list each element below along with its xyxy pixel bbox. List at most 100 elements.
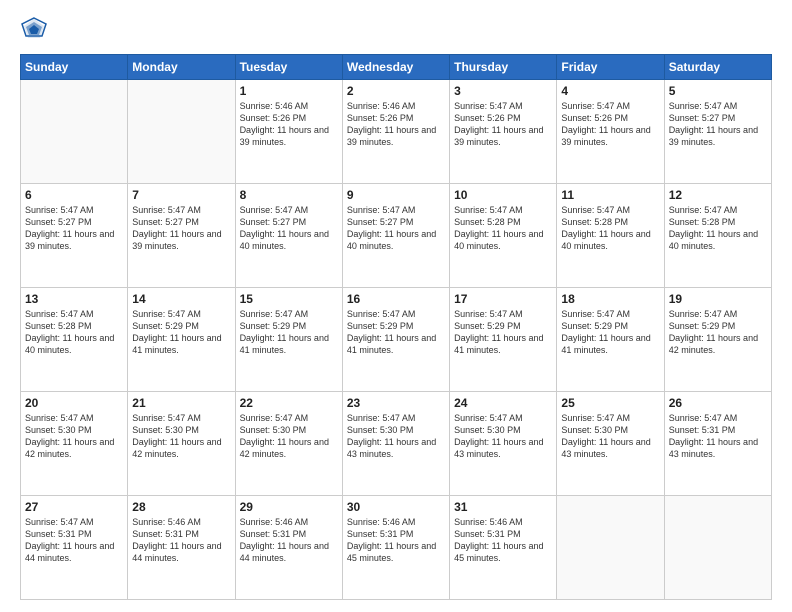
logo-icon [20, 16, 48, 44]
calendar-cell: 22Sunrise: 5:47 AM Sunset: 5:30 PM Dayli… [235, 392, 342, 496]
day-number: 9 [347, 188, 445, 202]
day-info: Sunrise: 5:47 AM Sunset: 5:29 PM Dayligh… [347, 308, 445, 357]
day-info: Sunrise: 5:47 AM Sunset: 5:29 PM Dayligh… [240, 308, 338, 357]
day-info: Sunrise: 5:47 AM Sunset: 5:28 PM Dayligh… [669, 204, 767, 253]
day-info: Sunrise: 5:47 AM Sunset: 5:28 PM Dayligh… [25, 308, 123, 357]
day-number: 28 [132, 500, 230, 514]
calendar-cell [557, 496, 664, 600]
day-number: 18 [561, 292, 659, 306]
calendar-cell: 29 Sunrise: 5:46 AM Sunset: 5:31 PM Dayli… [235, 496, 342, 600]
day-number: 17 [454, 292, 552, 306]
day-info: Sunrise: 5:47 AM Sunset: 5:30 PM Dayligh… [561, 412, 659, 461]
day-info: Sunrise: 5:46 AM Sunset: 5:31 PM Dayligh… [347, 516, 445, 565]
day-number: 12 [669, 188, 767, 202]
day-number: 1 [240, 84, 338, 98]
calendar-cell: 11Sunrise: 5:47 AM Sunset: 5:28 PM Dayli… [557, 184, 664, 288]
calendar-cell: 21 Sunrise: 5:47 AM Sunset: 5:30 PM Dayli… [128, 392, 235, 496]
day-number: 14 [132, 292, 230, 306]
calendar-cell: 9 Sunrise: 5:47 AM Sunset: 5:27 PM Daylig… [342, 184, 449, 288]
day-number: 4 [561, 84, 659, 98]
day-info: Sunrise: 5:46 AM Sunset: 5:31 PM Dayligh… [240, 516, 338, 565]
day-number: 24 [454, 396, 552, 410]
calendar-day-header: Wednesday [342, 55, 449, 80]
calendar-cell: 3Sunrise: 5:47 AM Sunset: 5:26 PM Daylig… [450, 80, 557, 184]
calendar-day-header: Thursday [450, 55, 557, 80]
calendar-cell: 4Sunrise: 5:47 AM Sunset: 5:26 PM Daylig… [557, 80, 664, 184]
calendar-cell: 12 Sunrise: 5:47 AM Sunset: 5:28 PM Dayli… [664, 184, 771, 288]
calendar-header-row: SundayMondayTuesdayWednesdayThursdayFrid… [21, 55, 772, 80]
calendar-week-row: 13 Sunrise: 5:47 AM Sunset: 5:28 PM Dayli… [21, 288, 772, 392]
day-number: 2 [347, 84, 445, 98]
day-info: Sunrise: 5:47 AM Sunset: 5:30 PM Dayligh… [132, 412, 230, 461]
calendar-cell: 1Sunrise: 5:46 AM Sunset: 5:26 PM Daylig… [235, 80, 342, 184]
day-number: 7 [132, 188, 230, 202]
calendar-cell: 26 Sunrise: 5:47 AM Sunset: 5:31 PM Dayli… [664, 392, 771, 496]
calendar-day-header: Sunday [21, 55, 128, 80]
day-info: Sunrise: 5:46 AM Sunset: 5:31 PM Dayligh… [132, 516, 230, 565]
calendar-cell: 5Sunrise: 5:47 AM Sunset: 5:27 PM Daylig… [664, 80, 771, 184]
calendar-cell: 10 Sunrise: 5:47 AM Sunset: 5:28 PM Dayli… [450, 184, 557, 288]
day-number: 27 [25, 500, 123, 514]
day-number: 19 [669, 292, 767, 306]
day-number: 3 [454, 84, 552, 98]
calendar-cell: 16 Sunrise: 5:47 AM Sunset: 5:29 PM Dayli… [342, 288, 449, 392]
calendar-cell: 31 Sunrise: 5:46 AM Sunset: 5:31 PM Dayli… [450, 496, 557, 600]
day-number: 29 [240, 500, 338, 514]
calendar-cell [664, 496, 771, 600]
day-number: 6 [25, 188, 123, 202]
day-info: Sunrise: 5:47 AM Sunset: 5:27 PM Dayligh… [25, 204, 123, 253]
calendar-cell: 7 Sunrise: 5:47 AM Sunset: 5:27 PM Daylig… [128, 184, 235, 288]
day-number: 21 [132, 396, 230, 410]
day-info: Sunrise: 5:47 AM Sunset: 5:27 PM Dayligh… [669, 100, 767, 149]
day-info: Sunrise: 5:47 AM Sunset: 5:30 PM Dayligh… [240, 412, 338, 461]
calendar-cell: 25 Sunrise: 5:47 AM Sunset: 5:30 PM Dayli… [557, 392, 664, 496]
calendar-cell: 24 Sunrise: 5:47 AM Sunset: 5:30 PM Dayli… [450, 392, 557, 496]
calendar-cell: 23 Sunrise: 5:47 AM Sunset: 5:30 PM Dayli… [342, 392, 449, 496]
day-info: Sunrise: 5:47 AM Sunset: 5:30 PM Dayligh… [347, 412, 445, 461]
day-info: Sunrise: 5:47 AM Sunset: 5:28 PM Dayligh… [454, 204, 552, 253]
day-number: 13 [25, 292, 123, 306]
page: SundayMondayTuesdayWednesdayThursdayFrid… [0, 0, 792, 612]
calendar-week-row: 6 Sunrise: 5:47 AM Sunset: 5:27 PM Daylig… [21, 184, 772, 288]
logo [20, 16, 52, 44]
day-number: 30 [347, 500, 445, 514]
day-info: Sunrise: 5:46 AM Sunset: 5:31 PM Dayligh… [454, 516, 552, 565]
day-number: 23 [347, 396, 445, 410]
day-info: Sunrise: 5:47 AM Sunset: 5:29 PM Dayligh… [669, 308, 767, 357]
day-number: 16 [347, 292, 445, 306]
calendar-cell: 6 Sunrise: 5:47 AM Sunset: 5:27 PM Daylig… [21, 184, 128, 288]
calendar-cell: 15 Sunrise: 5:47 AM Sunset: 5:29 PM Dayli… [235, 288, 342, 392]
calendar-week-row: 20 Sunrise: 5:47 AM Sunset: 5:30 PM Dayli… [21, 392, 772, 496]
calendar-week-row: 27 Sunrise: 5:47 AM Sunset: 5:31 PM Dayli… [21, 496, 772, 600]
calendar-day-header: Monday [128, 55, 235, 80]
day-number: 25 [561, 396, 659, 410]
calendar-cell: 27 Sunrise: 5:47 AM Sunset: 5:31 PM Dayli… [21, 496, 128, 600]
day-number: 8 [240, 188, 338, 202]
day-info: Sunrise: 5:47 AM Sunset: 5:29 PM Dayligh… [454, 308, 552, 357]
day-info: Sunrise: 5:47 AM Sunset: 5:29 PM Dayligh… [561, 308, 659, 357]
calendar-week-row: 1 Sunrise: 5:46 AM Sunset: 5:26 PM Daylig… [21, 80, 772, 184]
day-info: Sunrise: 5:46 AM Sunset: 5:26 PM Dayligh… [347, 100, 445, 149]
day-info: Sunrise: 5:47 AM Sunset: 5:27 PM Dayligh… [347, 204, 445, 253]
header [20, 16, 772, 44]
day-info: Sunrise: 5:47 AM Sunset: 5:31 PM Dayligh… [669, 412, 767, 461]
day-info: Sunrise: 5:47 AM Sunset: 5:27 PM Dayligh… [132, 204, 230, 253]
calendar-cell [128, 80, 235, 184]
day-info: Sunrise: 5:47 AM Sunset: 5:30 PM Dayligh… [454, 412, 552, 461]
calendar-cell [21, 80, 128, 184]
day-number: 31 [454, 500, 552, 514]
day-number: 15 [240, 292, 338, 306]
calendar-table: SundayMondayTuesdayWednesdayThursdayFrid… [20, 54, 772, 600]
day-number: 26 [669, 396, 767, 410]
calendar-cell: 8 Sunrise: 5:47 AM Sunset: 5:27 PM Daylig… [235, 184, 342, 288]
day-info: Sunrise: 5:47 AM Sunset: 5:31 PM Dayligh… [25, 516, 123, 565]
day-info: Sunrise: 5:47 AM Sunset: 5:28 PM Dayligh… [561, 204, 659, 253]
day-info: Sunrise: 5:47 AM Sunset: 5:27 PM Dayligh… [240, 204, 338, 253]
calendar-cell: 19 Sunrise: 5:47 AM Sunset: 5:29 PM Dayli… [664, 288, 771, 392]
calendar-cell: 20Sunrise: 5:47 AM Sunset: 5:30 PM Dayli… [21, 392, 128, 496]
calendar-day-header: Saturday [664, 55, 771, 80]
day-number: 10 [454, 188, 552, 202]
calendar-cell: 18 Sunrise: 5:47 AM Sunset: 5:29 PM Dayli… [557, 288, 664, 392]
calendar-day-header: Tuesday [235, 55, 342, 80]
day-number: 20 [25, 396, 123, 410]
